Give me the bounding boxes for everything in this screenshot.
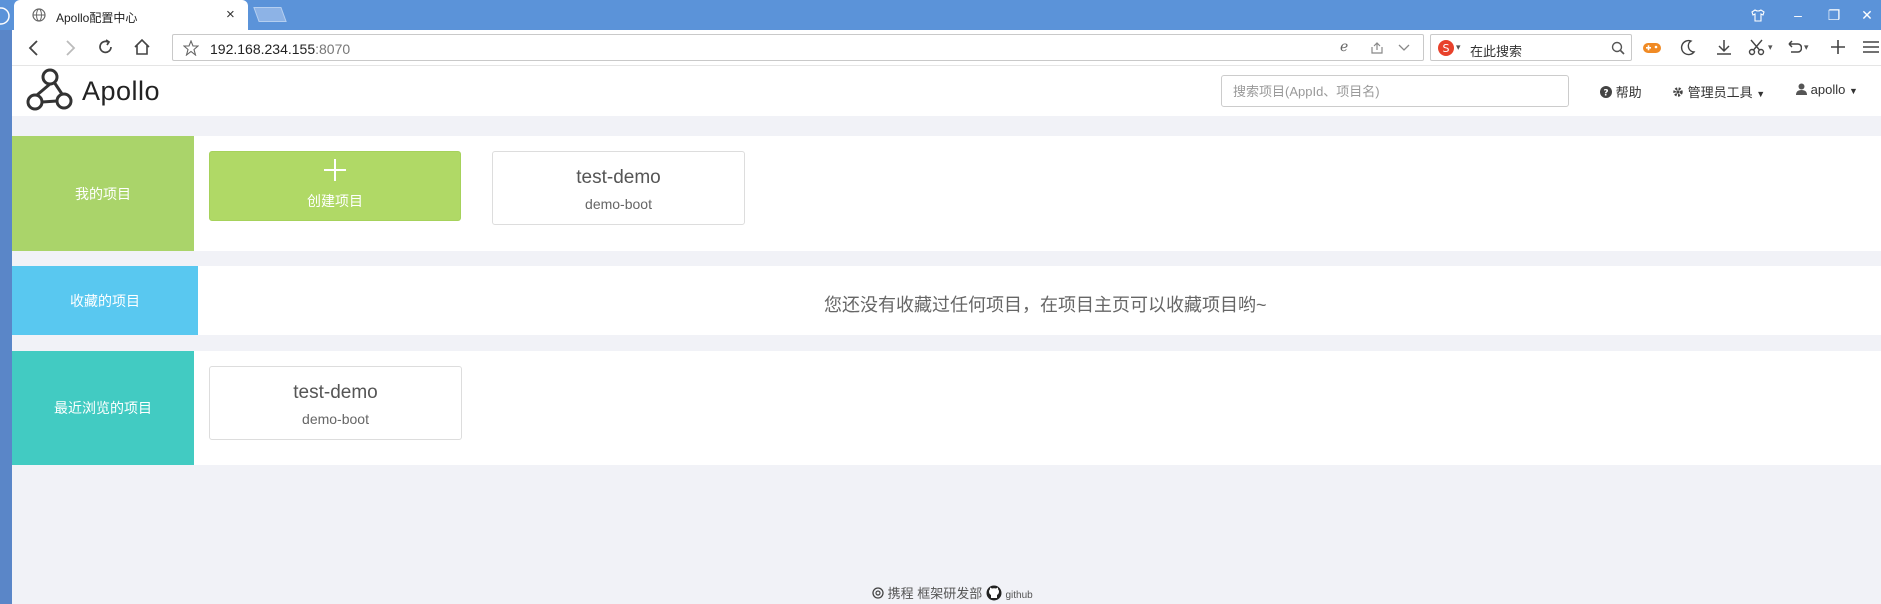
favorites-label: 收藏的项目 <box>12 266 198 335</box>
github-link[interactable]: github <box>1006 590 1033 601</box>
minimize-button[interactable]: – <box>1784 6 1812 24</box>
browser-search-placeholder[interactable]: 在此搜索 <box>1470 41 1522 60</box>
address-port: :8070 <box>315 41 351 57</box>
scissors-icon[interactable] <box>1748 38 1766 56</box>
github-icon[interactable] <box>986 585 1002 601</box>
tab-close-icon[interactable]: × <box>226 6 235 23</box>
project-card[interactable]: test-demo demo-boot <box>209 366 462 440</box>
question-icon: ? <box>1600 86 1612 99</box>
undo-icon[interactable] <box>1784 38 1802 56</box>
tshirt-icon[interactable] <box>1744 6 1772 24</box>
sidebar-strip <box>0 30 12 604</box>
project-search-input[interactable] <box>1221 75 1569 107</box>
favorites-empty-message: 您还没有收藏过任何项目，在项目主页可以收藏项目哟~ <box>824 295 1267 315</box>
user-label: apollo <box>1810 82 1846 97</box>
admin-tools-label: 管理员工具 <box>1687 85 1753 100</box>
reload-icon[interactable] <box>97 38 115 56</box>
copyright-icon <box>872 587 884 599</box>
project-card[interactable]: test-demo demo-boot <box>492 151 745 225</box>
svg-text:S: S <box>1443 42 1450 55</box>
gear-icon <box>1673 87 1683 97</box>
create-project-button[interactable]: 创建项目 <box>209 151 461 221</box>
caret-down-icon: ▼ <box>1848 86 1858 96</box>
logo-text[interactable]: Apollo <box>82 76 160 107</box>
download-icon[interactable] <box>1715 38 1733 56</box>
sidebar-avatar-icon[interactable] <box>0 6 10 26</box>
address-host: 192.168.234.155 <box>210 41 316 57</box>
undo-caret-icon[interactable]: ▾ <box>1804 42 1809 53</box>
moon-icon[interactable] <box>1680 39 1696 57</box>
plus-icon <box>324 159 346 181</box>
apollo-logo-icon[interactable] <box>26 67 76 113</box>
back-icon[interactable] <box>27 39 41 57</box>
project-app-name: demo-boot <box>585 196 652 212</box>
address-text[interactable]: 192.168.234.155:8070 <box>210 41 350 57</box>
footer-text: 携程 框架研发部 <box>887 586 983 601</box>
search-icon[interactable] <box>1611 41 1625 55</box>
create-project-label: 创建项目 <box>307 193 363 209</box>
user-icon <box>1796 83 1807 95</box>
project-name: test-demo <box>576 167 661 188</box>
chevron-down-icon[interactable] <box>1398 43 1410 53</box>
user-dropdown[interactable]: apollo ▼ <box>1796 82 1858 97</box>
menu-icon[interactable] <box>1862 39 1880 55</box>
restore-button[interactable]: ❐ <box>1820 6 1848 24</box>
project-app-name: demo-boot <box>302 411 369 427</box>
new-tab-button[interactable] <box>253 7 287 22</box>
footer: 携程 框架研发部 github <box>872 583 1033 602</box>
ie-icon[interactable]: ℯ <box>1340 38 1348 55</box>
help-link[interactable]: ? 帮助 <box>1600 82 1642 101</box>
search-engine-caret-icon[interactable]: ▾ <box>1456 42 1461 53</box>
caret-down-icon: ▼ <box>1756 89 1766 99</box>
home-icon[interactable] <box>133 38 151 56</box>
gamepad-icon[interactable] <box>1642 39 1662 57</box>
search-engine-icon[interactable]: S <box>1437 39 1455 57</box>
forward-icon[interactable] <box>63 39 77 57</box>
project-name: test-demo <box>293 382 378 403</box>
address-bar[interactable] <box>172 34 1424 61</box>
tab-title: Apollo配置中心 <box>56 11 138 25</box>
close-window-button[interactable]: ✕ <box>1853 6 1881 24</box>
star-icon[interactable] <box>183 40 199 56</box>
scissors-caret-icon[interactable]: ▾ <box>1768 42 1773 53</box>
admin-tools-dropdown[interactable]: 管理员工具 ▼ <box>1672 82 1765 101</box>
my-projects-label: 我的项目 <box>12 136 194 251</box>
plus-icon[interactable] <box>1829 38 1847 56</box>
recent-label: 最近浏览的项目 <box>12 351 194 465</box>
svg-text:?: ? <box>1603 89 1608 99</box>
share-icon[interactable] <box>1370 41 1384 55</box>
globe-icon <box>32 8 46 22</box>
help-label: 帮助 <box>1615 85 1642 100</box>
